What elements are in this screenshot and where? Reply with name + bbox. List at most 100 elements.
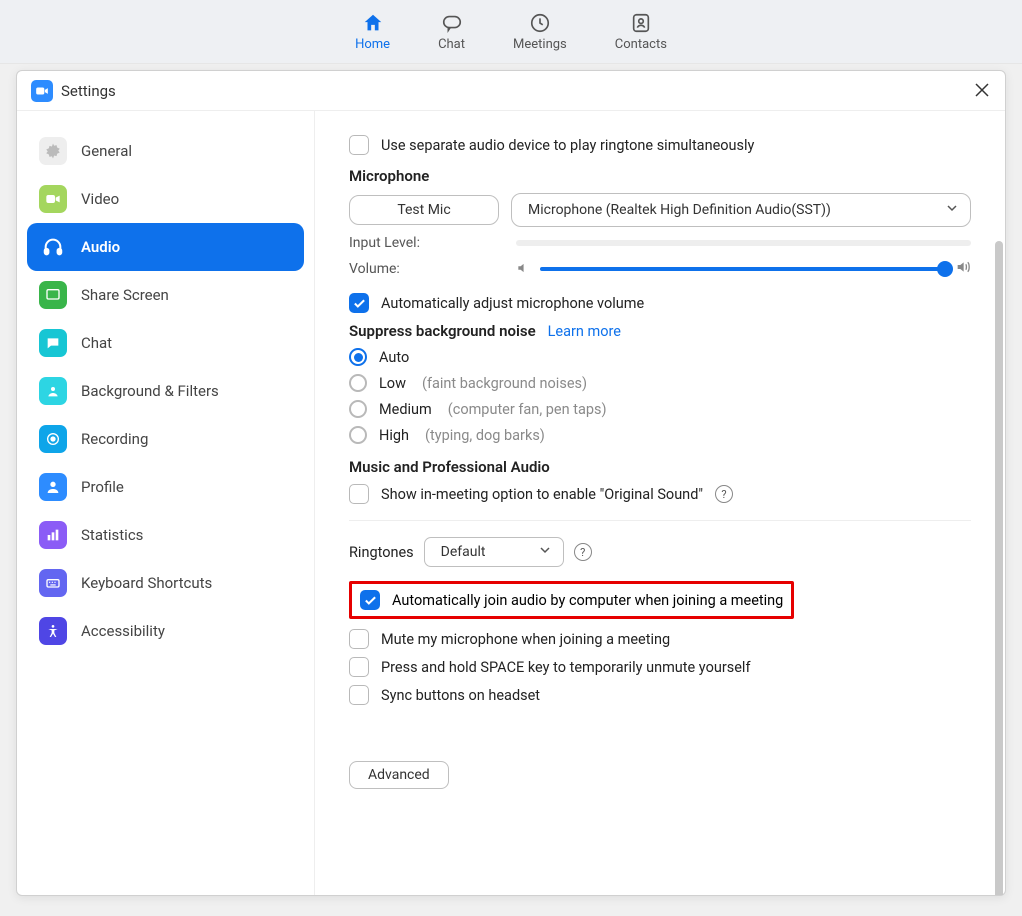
settings-sidebar: General Video Audio Share Screen Chat Ba…: [17, 111, 315, 895]
speaker-high-icon: [955, 259, 971, 279]
headphones-icon: [39, 233, 67, 261]
checkbox-unchecked[interactable]: [349, 135, 369, 155]
test-mic-button[interactable]: Test Mic: [349, 195, 499, 225]
nav-contacts[interactable]: Contacts: [615, 11, 667, 52]
sidebar-label: Chat: [81, 334, 112, 352]
accessibility-icon: [39, 617, 67, 645]
checkbox-unchecked[interactable]: [349, 629, 369, 649]
radio-unchecked[interactable]: [349, 374, 367, 392]
suppress-low-label: Low: [379, 375, 406, 392]
sidebar-item-keyboard[interactable]: Keyboard Shortcuts: [27, 559, 304, 607]
checkbox-unchecked[interactable]: [349, 484, 369, 504]
sidebar-item-statistics[interactable]: Statistics: [27, 511, 304, 559]
help-icon[interactable]: ?: [574, 543, 592, 561]
microphone-heading: Microphone: [349, 167, 971, 185]
mute-join-option[interactable]: Mute my microphone when joining a meetin…: [349, 629, 971, 649]
sidebar-label: Accessibility: [81, 622, 165, 640]
sidebar-label: Keyboard Shortcuts: [81, 574, 212, 592]
radio-unchecked[interactable]: [349, 426, 367, 444]
sync-headset-option[interactable]: Sync buttons on headset: [349, 685, 971, 705]
volume-slider[interactable]: [540, 267, 945, 271]
nav-contacts-label: Contacts: [615, 37, 667, 52]
radio-checked[interactable]: [349, 348, 367, 366]
settings-content: Use separate audio device to play ringto…: [315, 111, 1005, 895]
sidebar-label: Background & Filters: [81, 382, 219, 400]
checkbox-checked[interactable]: [360, 590, 380, 610]
slider-thumb[interactable]: [937, 261, 953, 277]
sidebar-item-share-screen[interactable]: Share Screen: [27, 271, 304, 319]
sidebar-item-background[interactable]: Background & Filters: [27, 367, 304, 415]
share-screen-icon: [39, 281, 67, 309]
settings-window: Settings General Video Audio Share Scree…: [16, 70, 1006, 896]
help-icon[interactable]: ?: [715, 485, 733, 503]
advanced-button[interactable]: Advanced: [349, 761, 449, 789]
mic-device-select[interactable]: Microphone (Realtek High Definition Audi…: [511, 193, 971, 227]
ringtones-label: Ringtones: [349, 544, 414, 561]
ringtone-value: Default: [441, 544, 486, 560]
sidebar-item-chat[interactable]: Chat: [27, 319, 304, 367]
suppress-high-label: High: [379, 427, 409, 444]
close-button[interactable]: [973, 81, 991, 99]
suppress-high[interactable]: High (typing, dog barks): [349, 426, 971, 444]
highlight-box: Automatically join audio by computer whe…: [349, 581, 794, 619]
separate-device-label: Use separate audio device to play ringto…: [381, 137, 754, 154]
original-sound-option[interactable]: Show in-meeting option to enable "Origin…: [349, 484, 971, 504]
divider: [349, 520, 971, 521]
learn-more-link[interactable]: Learn more: [548, 323, 621, 340]
window-titlebar: Settings: [17, 71, 1005, 111]
volume-label: Volume:: [349, 261, 504, 277]
nav-home-label: Home: [355, 37, 390, 52]
nav-chat-label: Chat: [438, 37, 465, 52]
suppress-medium-hint: (computer fan, pen taps): [448, 401, 607, 418]
clock-icon: [528, 11, 552, 35]
profile-icon: [39, 473, 67, 501]
home-icon: [361, 11, 385, 35]
checkbox-unchecked[interactable]: [349, 685, 369, 705]
scrollbar-track[interactable]: [995, 111, 1003, 895]
gear-icon: [39, 137, 67, 165]
sidebar-label: Statistics: [81, 526, 143, 544]
suppress-high-hint: (typing, dog barks): [425, 427, 545, 444]
chevron-down-icon: [539, 544, 551, 560]
speaker-low-icon: [516, 260, 530, 279]
app-topbar: Home Chat Meetings Contacts: [0, 0, 1022, 64]
chat-bubble-icon: [39, 329, 67, 357]
suppress-auto[interactable]: Auto: [349, 348, 971, 366]
sidebar-label: Video: [81, 190, 119, 208]
suppress-heading: Suppress background noise: [349, 322, 536, 340]
nav-chat[interactable]: Chat: [438, 11, 465, 52]
sidebar-item-profile[interactable]: Profile: [27, 463, 304, 511]
checkbox-checked[interactable]: [349, 293, 369, 313]
auto-adjust-label: Automatically adjust microphone volume: [381, 295, 644, 312]
auto-join-label: Automatically join audio by computer whe…: [392, 592, 783, 609]
nav-meetings-label: Meetings: [513, 37, 567, 52]
suppress-low[interactable]: Low (faint background noises): [349, 374, 971, 392]
ringtone-select[interactable]: Default: [424, 537, 564, 567]
suppress-low-hint: (faint background noises): [422, 375, 587, 392]
nav-meetings[interactable]: Meetings: [513, 11, 567, 52]
sidebar-item-recording[interactable]: Recording: [27, 415, 304, 463]
sidebar-item-video[interactable]: Video: [27, 175, 304, 223]
sidebar-item-audio[interactable]: Audio: [27, 223, 304, 271]
record-icon: [39, 425, 67, 453]
space-unmute-option[interactable]: Press and hold SPACE key to temporarily …: [349, 657, 971, 677]
background-icon: [39, 377, 67, 405]
radio-unchecked[interactable]: [349, 400, 367, 418]
sidebar-item-accessibility[interactable]: Accessibility: [27, 607, 304, 655]
window-title: Settings: [61, 82, 116, 100]
sidebar-label: General: [81, 142, 132, 160]
scrollbar-thumb[interactable]: [995, 241, 1003, 895]
separate-device-option[interactable]: Use separate audio device to play ringto…: [349, 135, 971, 155]
sidebar-label: Audio: [81, 238, 120, 256]
chat-icon: [440, 11, 464, 35]
contacts-icon: [629, 11, 653, 35]
suppress-medium[interactable]: Medium (computer fan, pen taps): [349, 400, 971, 418]
sidebar-label: Share Screen: [81, 286, 169, 304]
video-icon: [39, 185, 67, 213]
sidebar-item-general[interactable]: General: [27, 127, 304, 175]
auto-adjust-option[interactable]: Automatically adjust microphone volume: [349, 293, 971, 313]
checkbox-unchecked[interactable]: [349, 657, 369, 677]
suppress-medium-label: Medium: [379, 401, 432, 418]
nav-home[interactable]: Home: [355, 11, 390, 52]
space-unmute-label: Press and hold SPACE key to temporarily …: [381, 659, 750, 676]
